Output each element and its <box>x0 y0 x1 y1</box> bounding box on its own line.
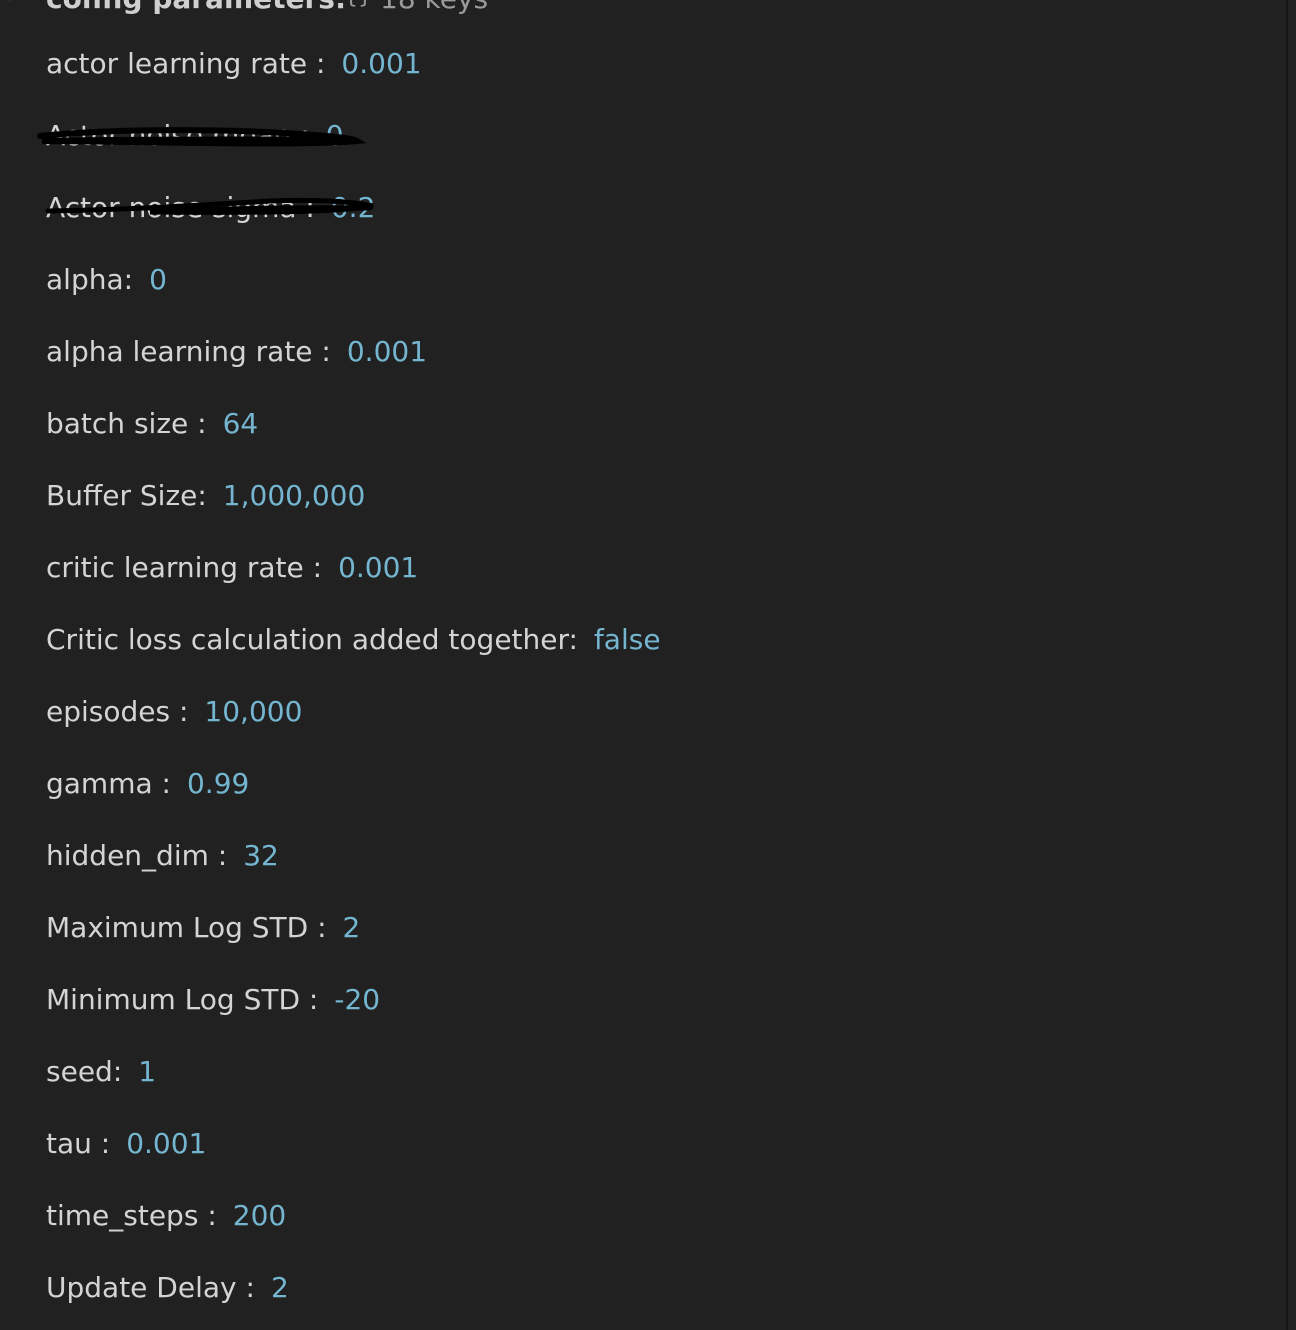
row-value[interactable]: -20 <box>334 983 380 1016</box>
object-brace-icon: {} <box>344 0 372 9</box>
row-value[interactable]: 64 <box>223 407 259 440</box>
row-key: Buffer Size: <box>46 479 207 512</box>
config-row-batch-size: batch size : 64 <box>46 404 258 444</box>
row-key: actor learning rate : <box>46 47 326 80</box>
config-title: config parameters: <box>46 0 346 15</box>
config-row-alpha-learning-rate: alpha learning rate : 0.001 <box>46 332 427 372</box>
row-value[interactable]: 0.001 <box>338 551 418 584</box>
row-value[interactable]: 0.001 <box>126 1127 206 1160</box>
row-key: Minimum Log STD : <box>46 983 319 1016</box>
config-row-critic-learning-rate: critic learning rate : 0.001 <box>46 548 418 588</box>
row-value[interactable]: 0 <box>149 263 167 296</box>
row-value[interactable]: false <box>594 623 661 656</box>
config-row-time-steps: time_steps : 200 <box>46 1196 286 1236</box>
config-row-maximum-log-std: Maximum Log STD : 2 <box>46 908 360 948</box>
row-key: Actor noise sigma : <box>46 191 315 224</box>
key-count: 18 keys <box>380 0 488 15</box>
row-key: tau : <box>46 1127 111 1160</box>
row-value[interactable]: 0.2 <box>331 191 376 224</box>
config-row-tau: tau : 0.001 <box>46 1124 206 1164</box>
row-key: gamma : <box>46 767 171 800</box>
row-key: alpha learning rate : <box>46 335 331 368</box>
row-value[interactable]: 0.001 <box>341 47 421 80</box>
config-row-alpha: alpha: 0 <box>46 260 167 300</box>
row-key: Maximum Log STD : <box>46 911 327 944</box>
config-row-critic-loss-calculation: Critic loss calculation added together: f… <box>46 620 661 660</box>
row-key: hidden_dim : <box>46 839 228 872</box>
row-value[interactable]: 1 <box>138 1055 156 1088</box>
row-key: Update Delay : <box>46 1271 255 1304</box>
row-value[interactable]: 200 <box>233 1199 286 1232</box>
row-value[interactable]: 0.001 <box>347 335 427 368</box>
row-value[interactable]: 1,000,000 <box>223 479 366 512</box>
row-key: Critic loss calculation added together: <box>46 623 578 656</box>
row-key: critic learning rate : <box>46 551 323 584</box>
config-row-actor-learning-rate: actor learning rate : 0.001 <box>46 44 422 84</box>
row-value[interactable]: 2 <box>343 911 361 944</box>
config-header[interactable]: ▾ config parameters: {} 18 keys <box>0 0 700 15</box>
row-key: Actor noise mean : <box>46 119 310 152</box>
row-key: time_steps : <box>46 1199 217 1232</box>
config-row-update-delay: Update Delay : 2 <box>46 1268 289 1308</box>
config-row-actor-noise-sigma: Actor noise sigma : 0.2 <box>46 188 375 228</box>
config-row-buffer-size: Buffer Size: 1,000,000 <box>46 476 365 516</box>
row-value[interactable]: 32 <box>243 839 279 872</box>
config-row-seed: seed: 1 <box>46 1052 156 1092</box>
row-key: batch size : <box>46 407 207 440</box>
row-value[interactable]: 0.99 <box>187 767 249 800</box>
row-value[interactable]: 10,000 <box>204 695 302 728</box>
panel-right-border <box>1286 0 1288 1330</box>
config-row-episodes: episodes : 10,000 <box>46 692 302 732</box>
config-row-gamma: gamma : 0.99 <box>46 764 249 804</box>
row-value[interactable]: 0 <box>326 119 344 152</box>
config-row-hidden-dim: hidden_dim : 32 <box>46 836 279 876</box>
row-key: seed: <box>46 1055 123 1088</box>
row-key: episodes : <box>46 695 189 728</box>
collapse-caret-icon[interactable]: ▾ <box>4 0 14 6</box>
row-key: alpha: <box>46 263 134 296</box>
config-row-actor-noise-mean: Actor noise mean : 0 <box>46 116 344 156</box>
config-row-minimum-log-std: Minimum Log STD : -20 <box>46 980 380 1020</box>
row-value[interactable]: 2 <box>271 1271 289 1304</box>
